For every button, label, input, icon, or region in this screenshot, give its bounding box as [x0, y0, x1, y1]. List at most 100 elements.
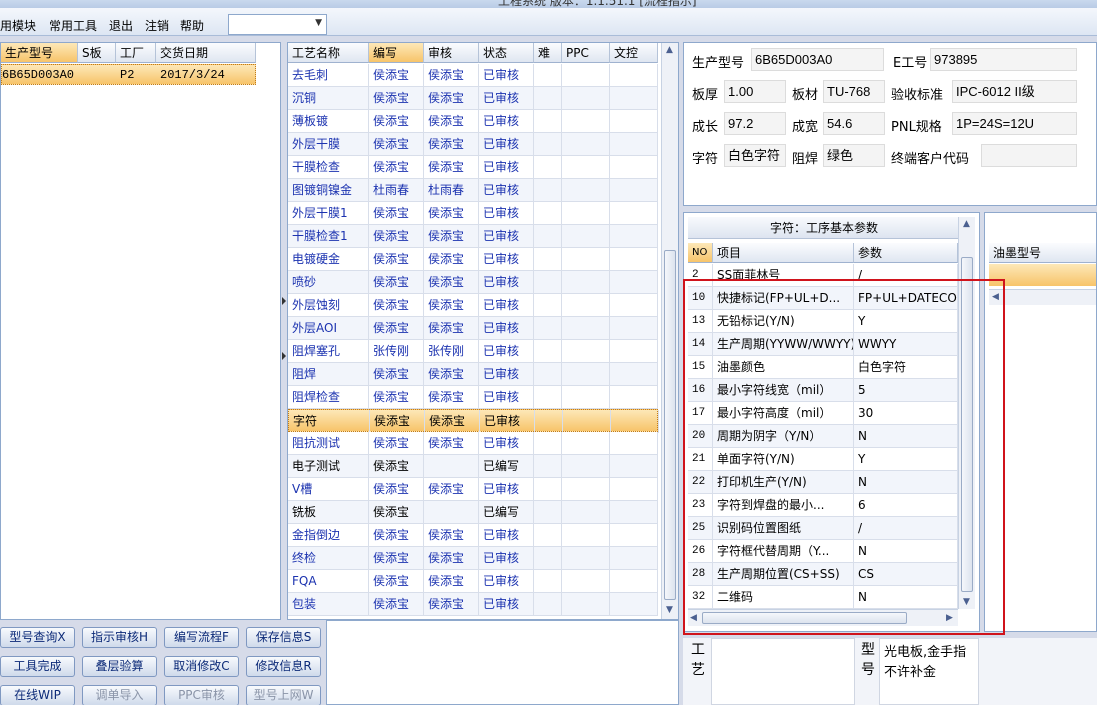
ink-row-selected[interactable] — [989, 264, 1096, 286]
table-row[interactable]: 阻焊塞孔 张传刚 张传刚 已审核 — [288, 340, 658, 363]
table-row[interactable]: 16 最小字符线宽（mil） 5 — [688, 379, 960, 402]
col-header-writer[interactable]: 编写 — [369, 43, 424, 63]
col-header-reviewer[interactable]: 审核 — [424, 43, 479, 63]
table-row[interactable]: 薄板镀 侯添宝 侯添宝 已审核 — [288, 110, 658, 133]
stackup-check-button[interactable]: 叠层验算 — [82, 656, 157, 677]
write-process-button[interactable]: 编写流程F — [164, 627, 239, 648]
table-row[interactable]: 阻抗测试 侯添宝 侯添宝 已审核 — [288, 432, 658, 455]
table-row[interactable]: 28 生产周期位置(CS+SS) CS — [688, 563, 960, 586]
col-header-s-board[interactable]: S板 — [78, 43, 116, 63]
table-row[interactable]: 铣板 侯添宝 已编写 — [288, 501, 658, 524]
width-field[interactable]: 54.6 — [823, 112, 885, 135]
instruction-review-button[interactable]: 指示审核H — [82, 627, 157, 648]
edit-info-button[interactable]: 修改信息R — [246, 656, 321, 677]
model-online-button[interactable]: 型号上网W — [246, 685, 321, 705]
menu-help[interactable]: 帮助 — [180, 17, 204, 34]
table-row[interactable]: 26 字符框代替周期（Y... N — [688, 540, 960, 563]
table-row[interactable]: 金指倒边 侯添宝 侯添宝 已审核 — [288, 524, 658, 547]
table-row[interactable]: 电镀硬金 侯添宝 侯添宝 已审核 — [288, 248, 658, 271]
menu-exit[interactable]: 退出 — [109, 17, 133, 34]
param-hscrollbar-thumb[interactable] — [702, 612, 907, 624]
table-row[interactable]: 图镀铜镍金 杜雨春 杜雨春 已审核 — [288, 179, 658, 202]
model-field[interactable]: 6B65D003A0 — [751, 48, 884, 71]
table-row[interactable]: 6B65D003A0 P2 2017/3/24 — [1, 64, 256, 85]
table-row[interactable]: 10快捷标记(FP+UL+D...FP+UL+DATECODE — [688, 287, 960, 310]
col-header-doc-control[interactable]: 文控 — [610, 43, 658, 63]
mask-field[interactable]: 绿色 — [823, 144, 885, 167]
table-row[interactable]: 23 字符到焊盘的最小... 6 — [688, 494, 960, 517]
table-row[interactable]: 干膜检查 侯添宝 侯添宝 已审核 — [288, 156, 658, 179]
param-hscrollbar[interactable]: ◀ ▶ — [688, 609, 958, 626]
thickness-field[interactable]: 1.00 — [724, 80, 786, 103]
char-field[interactable]: 白色字符 — [724, 144, 786, 167]
menu-common-tools[interactable]: 常用工具 — [49, 17, 97, 34]
table-row[interactable]: 外层干膜 侯添宝 侯添宝 已审核 — [288, 133, 658, 156]
menu-modules[interactable]: 用模块 — [0, 17, 36, 34]
scroll-right-icon[interactable]: ▶ — [946, 613, 953, 623]
table-row[interactable]: 17 最小字符高度（mil） 30 — [688, 402, 960, 425]
table-row[interactable]: 13 无铅标记(Y/N) Y — [688, 310, 960, 333]
menu-dropdown[interactable]: ▼ — [228, 14, 327, 35]
col-header-status[interactable]: 状态 — [479, 43, 534, 63]
save-info-button[interactable]: 保存信息S — [246, 627, 321, 648]
standard-field[interactable]: IPC-6012 II级 — [952, 80, 1077, 103]
table-row[interactable]: 25 识别码位置图纸 / — [688, 517, 960, 540]
model-query-button[interactable]: 型号查询X — [0, 627, 75, 648]
col-header-process-name[interactable]: 工艺名称 — [288, 43, 369, 63]
table-row[interactable]: 2 SS面菲林号 / — [688, 264, 960, 287]
table-row[interactable]: 阻焊 侯添宝 侯添宝 已审核 — [288, 363, 658, 386]
table-row[interactable]: 包装 侯添宝 侯添宝 已审核 — [288, 593, 658, 616]
import-order-button[interactable]: 调单导入 — [82, 685, 157, 705]
table-row[interactable]: 22 打印机生产(Y/N) N — [688, 471, 960, 494]
table-row[interactable]: 电子测试 侯添宝 已编写 — [288, 455, 658, 478]
craft-field[interactable] — [711, 638, 855, 705]
length-field[interactable]: 97.2 — [724, 112, 786, 135]
scroll-up-icon[interactable]: ▲ — [963, 219, 970, 229]
table-row[interactable]: 阻焊检查 侯添宝 侯添宝 已审核 — [288, 386, 658, 409]
col-header-param[interactable]: 参数 — [854, 243, 958, 263]
table-row[interactable]: 终检 侯添宝 侯添宝 已审核 — [288, 547, 658, 570]
table-row[interactable]: 15 油墨颜色 白色字符 — [688, 356, 960, 379]
col-header-ink-model[interactable]: 油墨型号 — [989, 243, 1096, 263]
table-row[interactable]: 喷砂 侯添宝 侯添宝 已审核 — [288, 271, 658, 294]
table-row[interactable]: 32 二维码 N — [688, 586, 960, 609]
ink-hscrollbar[interactable]: ◀ — [989, 289, 1096, 305]
scroll-up-icon[interactable]: ▲ — [666, 45, 673, 55]
table-row[interactable]: 20 周期为阴字（Y/N） N — [688, 425, 960, 448]
col-header-difficulty[interactable]: 难 — [534, 43, 562, 63]
ppc-review-button[interactable]: PPC审核 — [164, 685, 239, 705]
scroll-left-icon[interactable]: ◀ — [690, 613, 697, 623]
col-header-ppc[interactable]: PPC — [562, 43, 610, 63]
table-row[interactable]: FQA 侯添宝 侯添宝 已审核 — [288, 570, 658, 593]
table-row[interactable]: 外层干膜1 侯添宝 侯添宝 已审核 — [288, 202, 658, 225]
table-row[interactable]: 14 生产周期(YYWW/WWYY) WWYY — [688, 333, 960, 356]
pnl-field[interactable]: 1P=24S=12U — [952, 112, 1077, 135]
col-header-item[interactable]: 项目 — [713, 243, 854, 263]
material-field[interactable]: TU-768 — [823, 80, 885, 103]
param-scrollbar-thumb[interactable] — [961, 257, 973, 592]
type-field[interactable]: 光电板,金手指不许补金 — [879, 638, 979, 705]
eno-field[interactable]: 973895 — [930, 48, 1077, 71]
table-row[interactable]: 干膜检查1 侯添宝 侯添宝 已审核 — [288, 225, 658, 248]
param-scrollbar[interactable]: ▲ ▼ — [958, 217, 975, 609]
process-scrollbar-thumb[interactable] — [664, 250, 676, 600]
table-row[interactable]: 去毛刺 侯添宝 侯添宝 已审核 — [288, 64, 658, 87]
scroll-left-icon[interactable]: ◀ — [992, 292, 999, 302]
col-header-delivery-date[interactable]: 交货日期 — [156, 43, 256, 63]
table-row[interactable]: 21 单面字符(Y/N) Y — [688, 448, 960, 471]
col-header-no[interactable]: NO — [688, 243, 713, 263]
cancel-edit-button[interactable]: 取消修改C — [164, 656, 239, 677]
process-scrollbar[interactable]: ▲ ▼ — [661, 43, 678, 619]
col-header-factory[interactable]: 工厂 — [116, 43, 156, 63]
scroll-down-icon[interactable]: ▼ — [666, 605, 673, 615]
menu-logout[interactable]: 注销 — [145, 17, 169, 34]
online-wip-button[interactable]: 在线WIP — [0, 685, 75, 705]
table-row[interactable]: 外层AOI 侯添宝 侯添宝 已审核 — [288, 317, 658, 340]
table-row[interactable]: 外层蚀刻 侯添宝 侯添宝 已审核 — [288, 294, 658, 317]
table-row[interactable]: 沉铜 侯添宝 侯添宝 已审核 — [288, 87, 658, 110]
table-row[interactable]: 字符 侯添宝 侯添宝 已审核 — [288, 409, 659, 433]
tool-complete-button[interactable]: 工具完成 — [0, 656, 75, 677]
table-row[interactable]: V槽 侯添宝 侯添宝 已审核 — [288, 478, 658, 501]
col-header-model[interactable]: 生产型号 — [1, 43, 78, 63]
scroll-down-icon[interactable]: ▼ — [963, 597, 970, 607]
